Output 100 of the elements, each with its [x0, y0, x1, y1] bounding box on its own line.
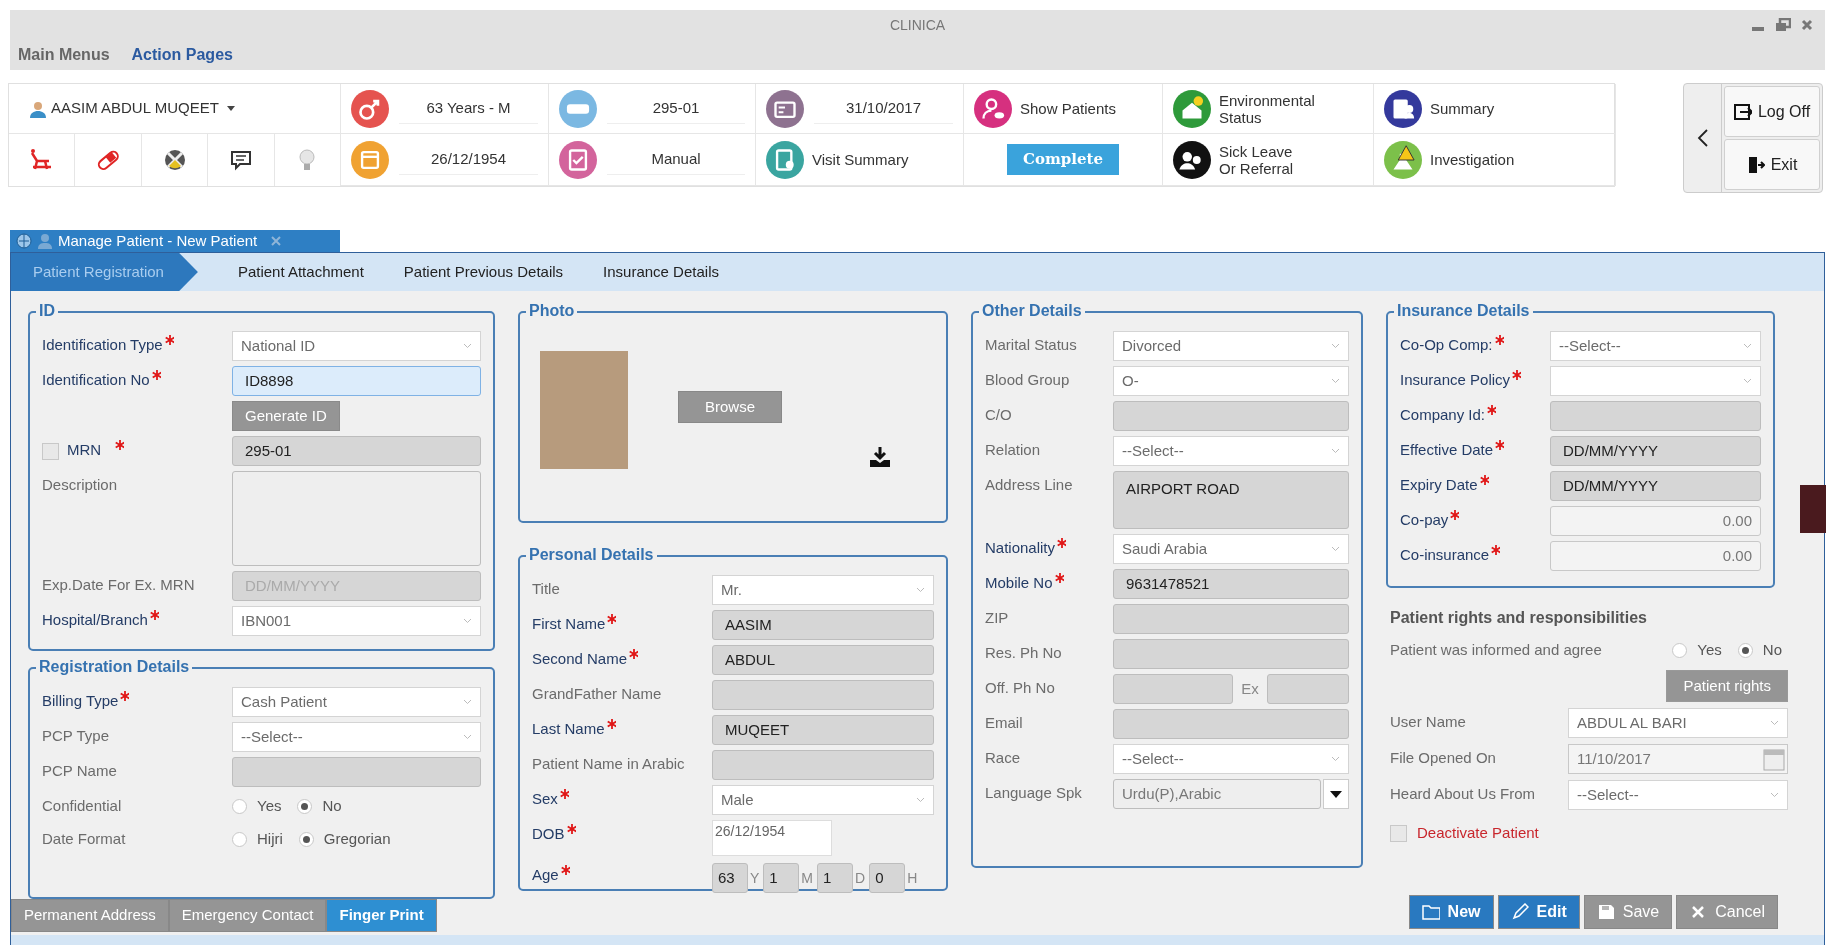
text-field[interactable]: DD/MM/YYYY [1550, 471, 1761, 501]
bottom-tab[interactable]: Finger Print [326, 899, 437, 932]
header-link[interactable]: Environmental Status [1173, 89, 1315, 128]
header-link[interactable]: Summary [1384, 89, 1495, 128]
section-title: Registration Details [36, 657, 193, 677]
select-field[interactable]: Male [712, 785, 934, 815]
radio-button[interactable] [232, 831, 247, 847]
side-button[interactable]: Exit [1724, 139, 1820, 190]
field-label: Off. Ph No [985, 678, 1055, 698]
field-label: Email [985, 713, 1023, 733]
radio-button[interactable] [1737, 642, 1753, 658]
calendar-icon[interactable] [1763, 747, 1785, 771]
select-field[interactable]: --Select-- [1550, 331, 1761, 361]
text-field[interactable]: DD/MM/YYYY [1550, 436, 1761, 466]
date-field[interactable]: 11/10/2017 [1568, 744, 1788, 774]
select-field[interactable]: --Select-- [232, 722, 481, 752]
text-field[interactable]: ID8898 [232, 366, 481, 396]
header-link[interactable]: Sick Leave Or Referral [1173, 140, 1294, 179]
date-field[interactable]: 26/12/1954 [712, 820, 832, 856]
menu-item[interactable]: Main Menus [18, 43, 110, 67]
select-field[interactable]: --Select-- [1568, 780, 1788, 810]
form-tab[interactable]: Patient Previous Details [403, 260, 564, 284]
id-card-icon [766, 89, 804, 128]
age-field[interactable]: 1 [763, 863, 800, 893]
age-field[interactable]: 1 [817, 863, 853, 893]
menu-item[interactable]: Action Pages [131, 43, 233, 67]
select-field[interactable] [1550, 366, 1761, 396]
chevron-down-icon [1331, 756, 1340, 762]
patient-name-dropdown[interactable]: AASIM ABDUL MUQEET [29, 97, 235, 120]
close-icon[interactable] [271, 236, 282, 246]
number-field[interactable]: 0.00 [1550, 541, 1761, 571]
field-label: MRN [67, 440, 102, 460]
text-field[interactable] [232, 757, 481, 787]
select-field[interactable]: Mr. [712, 575, 934, 605]
text-field[interactable]: AASIM [712, 610, 934, 640]
text-field[interactable] [1267, 674, 1349, 704]
chevron-down-icon [463, 618, 472, 624]
header-link[interactable]: Show Patients [974, 89, 1116, 128]
form-tab[interactable]: Insurance Details [603, 260, 719, 284]
age-field[interactable]: 0 [869, 863, 906, 893]
folder-icon [1421, 903, 1440, 921]
form-tab[interactable]: Patient Registration [11, 253, 198, 291]
text-field[interactable] [1113, 674, 1233, 704]
globe-icon [16, 233, 32, 249]
close-icon[interactable] [1801, 19, 1813, 31]
action-button[interactable]: New [1408, 895, 1494, 929]
user-icon [29, 99, 47, 118]
text-field[interactable] [1550, 401, 1761, 431]
text-field[interactable]: MUQEET [712, 715, 934, 745]
select-field[interactable]: Divorced [1113, 331, 1349, 361]
header-info-text: 31/10/2017 [814, 92, 953, 125]
radio-button[interactable] [1672, 642, 1688, 658]
checkbox[interactable] [1390, 824, 1407, 842]
radio-button[interactable] [297, 798, 313, 814]
radio-button[interactable] [298, 831, 314, 847]
document-search-icon [766, 140, 804, 179]
select-field[interactable]: --Select-- [1113, 744, 1349, 774]
text-field[interactable] [1113, 604, 1349, 634]
field-label: Identification No [42, 370, 150, 390]
dropdown-button[interactable] [1323, 779, 1349, 809]
text-field[interactable] [712, 750, 934, 780]
field-label: Billing Type [42, 691, 119, 711]
text-field[interactable]: ABDUL [712, 645, 934, 675]
side-button[interactable]: Log Off [1724, 86, 1820, 137]
number-field[interactable]: 0.00 [1550, 506, 1761, 536]
select-field[interactable]: IBN001 [232, 606, 481, 636]
header-link[interactable]: Investigation [1384, 140, 1515, 179]
document-tab[interactable]: Manage Patient - New Patient [10, 230, 340, 252]
restore-icon[interactable] [1775, 18, 1791, 32]
header-info-text: 26/12/1954 [399, 143, 538, 176]
text-field[interactable] [1113, 401, 1349, 431]
text-field[interactable]: 9631478521 [1113, 569, 1349, 599]
download-icon[interactable] [868, 446, 892, 468]
select-field[interactable]: Saudi Arabia [1113, 534, 1349, 564]
select-field[interactable]: National ID [232, 331, 481, 361]
text-field[interactable]: 295-01 [232, 436, 481, 466]
text-area[interactable]: AIRPORT ROAD [1113, 471, 1349, 529]
field-label: Title [532, 579, 560, 599]
select-field[interactable]: Cash Patient [232, 687, 481, 717]
checkbox[interactable] [42, 443, 59, 460]
age-field[interactable]: 63 [712, 863, 748, 893]
field-label: Co-pay [1400, 510, 1449, 530]
action-button[interactable]: Edit [1497, 895, 1580, 929]
field-label: DOB [532, 824, 565, 844]
bottom-tab[interactable]: Emergency Contact [168, 899, 327, 932]
text-area[interactable] [232, 471, 481, 566]
select-field[interactable]: O- [1113, 366, 1349, 396]
bottom-tab[interactable]: Permanent Address [11, 899, 169, 932]
form-tab[interactable]: Patient Attachment [237, 260, 364, 284]
text-field[interactable] [712, 680, 934, 710]
select-field[interactable]: --Select-- [1113, 436, 1349, 466]
text-field[interactable] [1113, 639, 1349, 669]
option-label: Yes [1697, 639, 1722, 660]
chevron-left-icon [1696, 128, 1709, 148]
header-link[interactable]: Visit Summary [766, 140, 909, 179]
text-field[interactable] [1113, 709, 1349, 739]
option-label: Yes [257, 795, 282, 816]
select-field[interactable]: ABDUL AL BARI [1568, 708, 1788, 738]
radio-button[interactable] [232, 798, 247, 814]
multi-select-field[interactable]: Urdu(P),Arabic [1113, 779, 1321, 809]
